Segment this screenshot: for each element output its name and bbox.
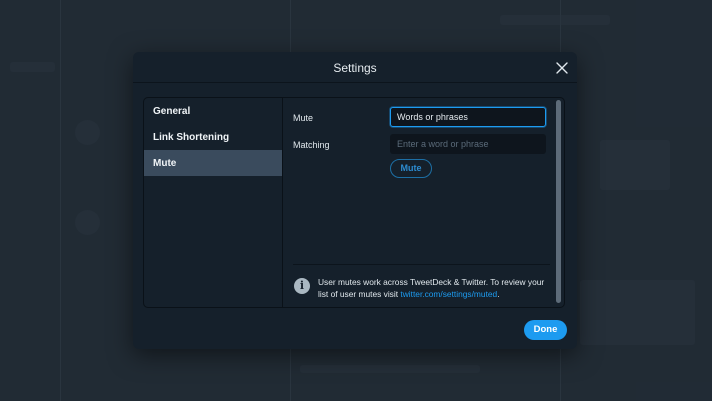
matching-label: Matching bbox=[293, 140, 330, 150]
info-suffix: . bbox=[497, 289, 500, 299]
sidebar-item-link-shortening[interactable]: Link Shortening bbox=[144, 124, 282, 150]
info-icon: i bbox=[294, 278, 310, 294]
mute-button[interactable]: Mute bbox=[390, 159, 432, 178]
mute-label: Mute bbox=[293, 113, 314, 123]
matching-input[interactable] bbox=[390, 134, 546, 154]
close-button[interactable] bbox=[555, 61, 569, 75]
close-icon bbox=[556, 62, 568, 74]
info-message: User mutes work across TweetDeck & Twitt… bbox=[318, 276, 553, 300]
settings-panel: General Link Shortening Mute Mute Matchi… bbox=[143, 97, 565, 308]
modal-header: Settings bbox=[133, 52, 577, 83]
mute-settings-content: Mute Matching Mute i User mutes work acr… bbox=[284, 98, 564, 307]
sidebar-item-general[interactable]: General bbox=[144, 98, 282, 124]
divider bbox=[293, 264, 550, 265]
done-button[interactable]: Done bbox=[524, 320, 567, 340]
mute-type-select[interactable] bbox=[390, 107, 546, 127]
modal-title: Settings bbox=[333, 61, 377, 75]
settings-modal: Settings General Link Shortening Mute Mu… bbox=[133, 52, 577, 349]
muted-settings-link[interactable]: twitter.com/settings/muted bbox=[400, 289, 497, 299]
settings-sidebar: General Link Shortening Mute bbox=[144, 98, 283, 307]
sidebar-item-mute[interactable]: Mute bbox=[144, 150, 282, 176]
scrollbar[interactable] bbox=[556, 100, 561, 303]
